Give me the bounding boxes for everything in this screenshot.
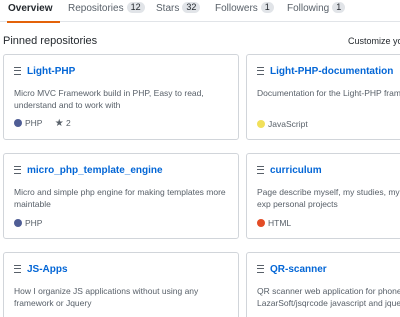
tab-followers[interactable]: Followers 1 — [215, 0, 274, 22]
pinned-repo-card: micro_php_template_engine Micro and simp… — [3, 153, 239, 239]
repo-stars[interactable]: 2 — [66, 118, 71, 128]
tab-following[interactable]: Following 1 — [287, 0, 346, 22]
repo-icon — [257, 67, 264, 75]
customize-pins-link[interactable]: Customize yo — [348, 36, 400, 46]
repo-icon — [14, 265, 21, 273]
tab-repositories[interactable]: Repositories 12 — [68, 0, 145, 22]
repo-name: Light-PHP — [27, 66, 76, 77]
tab-overview[interactable]: Overview — [6, 0, 62, 23]
repo-language: JavaScript — [268, 119, 308, 129]
repo-description: How I organize JS applications without u… — [14, 286, 199, 308]
star-icon[interactable]: ★ — [55, 118, 64, 129]
repo-icon — [257, 265, 264, 273]
tab-followers-label: Followers — [215, 3, 258, 14]
pinned-repo-card: JS-Apps How I organize JS applications w… — [3, 252, 239, 317]
pinned-repositories-title: Pinned repositories — [3, 35, 98, 47]
repo-name: JS-Apps — [27, 264, 68, 275]
repo-description: Micro and simple php engine for making t… — [14, 187, 226, 209]
tab-repositories-label: Repositories — [68, 3, 124, 14]
tab-stars[interactable]: Stars 32 — [156, 0, 201, 22]
repo-link[interactable]: Light-PHP-documentation — [257, 66, 393, 77]
repo-meta: PHP ★ 2 — [14, 118, 71, 129]
tab-followers-count: 1 — [260, 2, 274, 13]
repo-language: HTML — [268, 218, 292, 228]
language-color-dot — [257, 120, 265, 128]
repo-name: QR-scanner — [270, 264, 327, 275]
pinned-repo-card: Light-PHP Micro MVC Framework build in P… — [3, 54, 239, 140]
language-color-dot — [14, 219, 22, 227]
pinned-repo-card: Light-PHP-documentation Documentation fo… — [246, 54, 400, 140]
tab-stars-count: 32 — [182, 2, 201, 13]
repo-link[interactable]: JS-Apps — [14, 264, 68, 275]
repo-language: PHP — [25, 118, 43, 128]
repo-description: Documentation for the Light-PHP framew — [257, 88, 400, 98]
repo-link[interactable]: Light-PHP — [14, 66, 75, 77]
tab-stars-label: Stars — [156, 3, 180, 14]
repo-meta: HTML — [257, 218, 291, 228]
repo-icon — [14, 166, 21, 174]
pinned-repo-card: QR-scanner QR scanner web application fo… — [246, 252, 400, 317]
profile-tabs: Overview Repositories 12 Stars 32 Follower… — [0, 0, 400, 23]
repo-name: Light-PHP-documentation — [270, 66, 394, 77]
tab-overview-label: Overview — [8, 3, 53, 14]
tab-following-label: Following — [287, 3, 330, 14]
repo-link[interactable]: QR-scanner — [257, 264, 327, 275]
repo-description: Micro MVC Framework build in PHP, Easy t… — [14, 88, 204, 110]
language-color-dot — [257, 219, 265, 227]
repo-icon — [14, 67, 21, 75]
repo-meta: JavaScript — [257, 119, 308, 129]
tab-following-count: 1 — [332, 2, 346, 13]
repo-name: micro_php_template_engine — [27, 165, 163, 176]
repo-name: curriculum — [270, 165, 322, 176]
repo-link[interactable]: micro_php_template_engine — [14, 165, 163, 176]
repo-language: PHP — [25, 218, 43, 228]
repo-icon — [257, 166, 264, 174]
pinned-repo-card: curriculum Page describe myself, my stud… — [246, 153, 400, 239]
repo-description: Page describe myself, my studies, my exp… — [257, 187, 400, 209]
repo-link[interactable]: curriculum — [257, 165, 322, 176]
repo-meta: PHP — [14, 218, 42, 228]
tab-repositories-count: 12 — [126, 2, 145, 13]
repo-description: QR scanner web application for phone, u … — [257, 286, 400, 308]
language-color-dot — [14, 119, 22, 127]
